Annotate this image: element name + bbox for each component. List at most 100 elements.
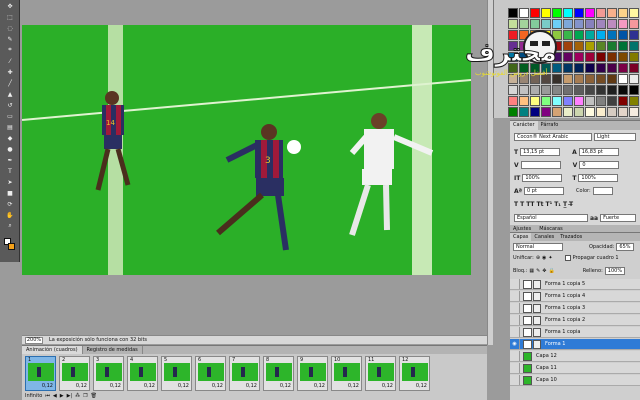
- color-swatch[interactable]: [530, 52, 540, 62]
- subscript-button[interactable]: T₁: [554, 201, 561, 208]
- lock-pixels-icon[interactable]: ✎: [536, 268, 540, 274]
- color-swatch[interactable]: [519, 52, 529, 62]
- color-swatch[interactable]: [541, 19, 551, 29]
- color-swatch[interactable]: [508, 63, 518, 73]
- font-size-field[interactable]: 13,15 pt: [520, 148, 561, 156]
- color-swatch[interactable]: [574, 30, 584, 40]
- color-swatch[interactable]: [618, 96, 628, 106]
- color-swatch[interactable]: [607, 63, 617, 73]
- color-swatch[interactable]: [508, 19, 518, 29]
- color-swatch[interactable]: [618, 41, 628, 51]
- healing-tool-icon[interactable]: ✚: [2, 67, 18, 77]
- color-swatch[interactable]: [508, 52, 518, 62]
- color-swatch[interactable]: [607, 52, 617, 62]
- color-swatch[interactable]: [563, 30, 573, 40]
- animation-frame[interactable]: 12 0,12: [399, 356, 430, 391]
- font-family-select[interactable]: Cocon® Next Arabic: [514, 133, 592, 141]
- color-swatch[interactable]: [530, 96, 540, 106]
- color-swatch[interactable]: [596, 107, 606, 117]
- color-swatch[interactable]: [552, 96, 562, 106]
- color-swatch[interactable]: [618, 74, 628, 84]
- brush-tool-icon[interactable]: ╱: [2, 78, 18, 88]
- color-swatch[interactable]: [574, 107, 584, 117]
- color-swatch[interactable]: [519, 41, 529, 51]
- layer-row[interactable]: Forma 1 copia 4: [510, 291, 640, 302]
- eyedropper-tool-icon[interactable]: ⁄: [2, 56, 18, 66]
- layer-row[interactable]: Capa 10: [510, 375, 640, 386]
- layer-row[interactable]: ◉ Forma 1: [510, 339, 640, 350]
- tab-measurement-log[interactable]: Registro de medidas: [83, 346, 143, 354]
- color-swatch[interactable]: [585, 30, 595, 40]
- color-swatch[interactable]: [508, 96, 518, 106]
- lock-all-icon[interactable]: 🔒: [548, 268, 554, 274]
- color-swatch[interactable]: [519, 107, 529, 117]
- play-icon[interactable]: ▶: [60, 393, 64, 399]
- color-swatch[interactable]: [563, 63, 573, 73]
- blend-mode-select[interactable]: Normal: [513, 243, 563, 251]
- color-swatch[interactable]: [530, 19, 540, 29]
- unify-style-icon[interactable]: ✦: [548, 255, 552, 261]
- tab-paragraph[interactable]: Párrafo: [538, 121, 562, 130]
- lasso-tool-icon[interactable]: ◌: [2, 23, 18, 33]
- type-tool-icon[interactable]: T: [2, 166, 18, 176]
- layer-row[interactable]: Forma 1 copia 3: [510, 303, 640, 314]
- color-swatch[interactable]: [541, 41, 551, 51]
- color-swatch[interactable]: [552, 30, 562, 40]
- zoom-tool-icon[interactable]: ⌕: [2, 221, 18, 231]
- color-swatch[interactable]: [519, 63, 529, 73]
- color-swatch[interactable]: [508, 8, 518, 18]
- color-swatch[interactable]: [596, 19, 606, 29]
- color-swatch[interactable]: [563, 19, 573, 29]
- horizontal-scale-field[interactable]: 100%: [578, 174, 619, 182]
- fill-field[interactable]: 100%: [604, 267, 625, 275]
- animation-frame[interactable]: 7 0,12: [229, 356, 260, 391]
- color-swatch[interactable]: [552, 107, 562, 117]
- tab-character[interactable]: Carácter: [510, 121, 538, 130]
- lock-transparency-icon[interactable]: ▦: [529, 268, 534, 274]
- color-swatch[interactable]: [552, 8, 562, 18]
- color-swatch[interactable]: [618, 107, 628, 117]
- color-swatch[interactable]: [519, 96, 529, 106]
- color-swatch[interactable]: [541, 52, 551, 62]
- color-swatch[interactable]: [596, 85, 606, 95]
- color-swatch[interactable]: [541, 96, 551, 106]
- layer-row[interactable]: Capa 11: [510, 363, 640, 374]
- color-swatch[interactable]: [552, 19, 562, 29]
- color-swatch[interactable]: [574, 85, 584, 95]
- first-frame-icon[interactable]: ⏮: [45, 393, 50, 399]
- color-swatch[interactable]: [585, 74, 595, 84]
- tab-channels[interactable]: Canales: [531, 233, 557, 241]
- faux-bold-button[interactable]: T: [514, 201, 518, 208]
- color-swatch[interactable]: [618, 85, 628, 95]
- text-color-swatch[interactable]: [592, 187, 613, 195]
- color-swatch[interactable]: [618, 52, 628, 62]
- color-swatch[interactable]: [585, 19, 595, 29]
- color-swatch[interactable]: [618, 8, 628, 18]
- propagate-checkbox[interactable]: [564, 255, 571, 261]
- color-swatch[interactable]: [519, 85, 529, 95]
- color-swatch[interactable]: [541, 74, 551, 84]
- quick-select-tool-icon[interactable]: ✎: [2, 34, 18, 44]
- antialias-select[interactable]: Fuerte: [600, 214, 637, 222]
- color-swatch[interactable]: [574, 41, 584, 51]
- color-swatch[interactable]: [585, 96, 595, 106]
- color-swatch[interactable]: [530, 107, 540, 117]
- color-swatch[interactable]: [585, 8, 595, 18]
- font-style-select[interactable]: Light: [594, 133, 636, 141]
- color-swatch[interactable]: [552, 52, 562, 62]
- color-swatch[interactable]: [607, 19, 617, 29]
- visibility-eye-icon[interactable]: [510, 363, 520, 373]
- color-swatch[interactable]: [519, 30, 529, 40]
- color-swatch[interactable]: [629, 19, 639, 29]
- color-swatch[interactable]: [596, 30, 606, 40]
- next-frame-icon[interactable]: ▶|: [67, 393, 73, 399]
- tab-paths[interactable]: Trazados: [557, 233, 585, 241]
- color-swatch[interactable]: [519, 19, 529, 29]
- gradient-tool-icon[interactable]: ▤: [2, 122, 18, 132]
- vertical-scale-field[interactable]: 100%: [522, 174, 563, 182]
- color-swatch[interactable]: [607, 41, 617, 51]
- color-swatch[interactable]: [530, 85, 540, 95]
- color-swatch[interactable]: [541, 30, 551, 40]
- layer-row[interactable]: Capa 12: [510, 351, 640, 362]
- pen-tool-icon[interactable]: ✒: [2, 155, 18, 165]
